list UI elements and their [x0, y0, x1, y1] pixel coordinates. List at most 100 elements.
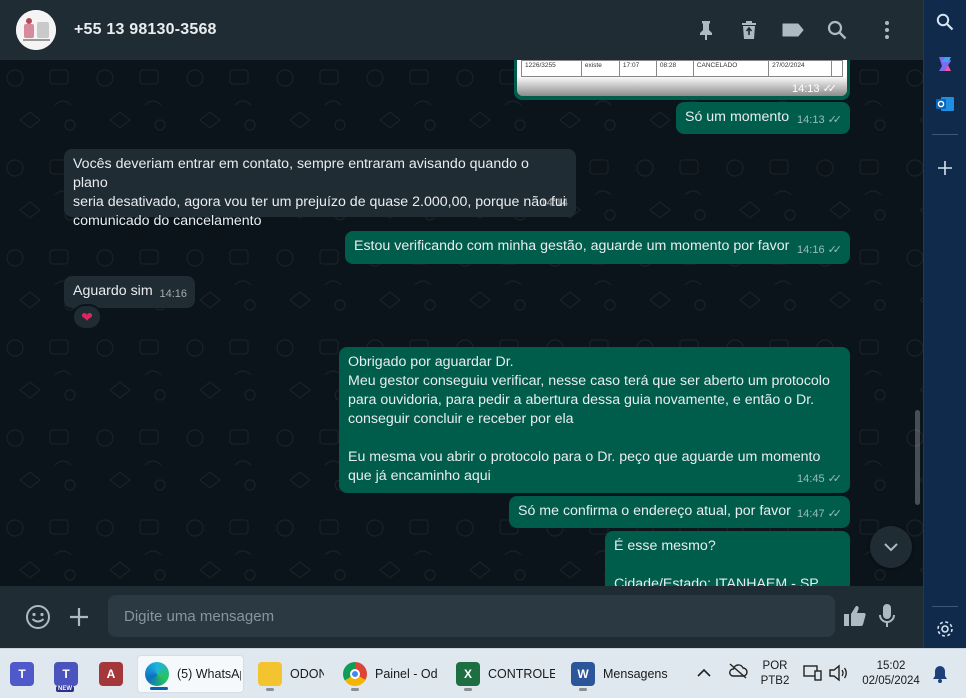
message-bubble-outgoing[interactable]: Estou verificando com minha gestão, agua… — [345, 231, 850, 264]
search-icon[interactable] — [825, 18, 849, 42]
message-meta: 14:16 ✓✓ — [797, 241, 842, 260]
word-icon: W — [571, 662, 595, 686]
message-meta: 14:14 — [540, 194, 568, 213]
network-icon[interactable] — [803, 664, 823, 687]
copilot-icon[interactable] — [933, 52, 957, 76]
taskbar-file-explorer[interactable]: ODON — [253, 655, 329, 693]
menu-icon[interactable] — [875, 18, 899, 42]
taskbar-label: Mensagens — [603, 667, 668, 681]
excel-icon: X — [456, 662, 480, 686]
access-icon: A — [99, 662, 123, 686]
emoji-icon[interactable] — [25, 604, 51, 630]
chevron-down-icon — [884, 543, 898, 552]
image-table: 1226/3255 existe 17:07 08:28 CANCELADO 2… — [521, 60, 844, 77]
message-time: 14:16 — [797, 244, 825, 256]
message-time: 14:13 — [797, 114, 825, 126]
message-meta: 14:13 ✓✓ — [792, 82, 837, 95]
image-cell — [830, 60, 844, 77]
scrollbar-thumb[interactable] — [915, 410, 920, 505]
message-bubble-outgoing[interactable]: Obrigado por aguardar Dr. Meu gestor con… — [339, 347, 850, 493]
message-bubble-incoming[interactable]: Vocês deveriam entrar em contato, sempre… — [64, 149, 576, 229]
search-icon[interactable] — [933, 10, 957, 34]
add-icon[interactable] — [933, 156, 957, 180]
contact-avatar[interactable] — [16, 10, 56, 50]
message-time: 14:16 — [159, 288, 187, 300]
settings-gear-icon[interactable] — [933, 617, 957, 641]
running-indicator — [464, 688, 472, 691]
image-cell: existe — [580, 60, 620, 77]
message-meta: 14:16 — [159, 285, 187, 304]
message-time: 14:14 — [540, 197, 568, 209]
label-icon[interactable] — [781, 18, 805, 42]
teams-icon: T — [10, 662, 34, 686]
system-clock[interactable]: 15:02 02/05/2024 — [856, 659, 926, 689]
taskbar-access[interactable]: A — [99, 655, 129, 693]
double-check-icon: ✓✓ — [822, 83, 838, 95]
delete-icon[interactable] — [737, 18, 761, 42]
folder-icon — [258, 662, 282, 686]
keyboard-layout-label: PTB2 — [760, 675, 790, 687]
language-label: POR — [762, 660, 788, 672]
message-bubble-outgoing[interactable]: Só me confirma o endereço atual, por fav… — [509, 496, 850, 528]
image-attachment[interactable]: 1226/3255 existe 17:07 08:28 CANCELADO 2… — [517, 60, 847, 96]
new-badge: NEW — [56, 686, 74, 692]
taskbar-label: Painel - Odo — [375, 667, 437, 681]
attach-plus-icon[interactable] — [66, 604, 92, 630]
image-cell: CANCELADO — [692, 60, 770, 77]
outlook-icon[interactable] — [933, 92, 957, 116]
double-check-icon: ✓✓ — [827, 114, 843, 126]
double-check-icon: ✓✓ — [827, 244, 843, 256]
image-cell: 27/02/2024 — [768, 60, 832, 77]
message-bubble-outgoing[interactable]: Só um momento 14:13 ✓✓ — [676, 102, 850, 134]
double-check-icon: ✓✓ — [827, 473, 843, 485]
message-meta: 14:47 ✓✓ — [797, 505, 842, 524]
show-hidden-icons-chevron-up-icon[interactable] — [697, 665, 711, 683]
taskbar-edge-whatsapp[interactable]: (5) WhatsAp — [137, 655, 244, 693]
message-meta: 14:45 ✓✓ — [797, 470, 842, 489]
message-text: Vocês deveriam entrar em contato, sempre… — [73, 156, 566, 229]
clock-time: 15:02 — [876, 660, 906, 672]
volume-icon[interactable] — [828, 664, 848, 687]
clock-date: 02/05/2024 — [862, 675, 920, 687]
running-indicator — [266, 688, 274, 691]
taskbar-chrome[interactable]: Painel - Odo — [338, 655, 440, 693]
message-text: Obrigado por aguardar Dr. Meu gestor con… — [348, 354, 830, 484]
heart-reaction-icon[interactable]: ❤ — [72, 304, 102, 330]
image-message[interactable]: 1226/3255 existe 17:07 08:28 CANCELADO 2… — [514, 60, 850, 100]
whatsapp-window: +55 13 98130-3568 1226/3255 existe 17:07… — [0, 0, 923, 648]
message-input-placeholder: Digite uma mensagem — [124, 607, 275, 625]
thumbs-up-icon[interactable] — [842, 603, 868, 629]
chat-header: +55 13 98130-3568 — [0, 0, 923, 60]
contact-name[interactable]: +55 13 98130-3568 — [74, 21, 217, 39]
microphone-icon[interactable] — [874, 603, 900, 629]
running-indicator — [351, 688, 359, 691]
input-language-indicator[interactable]: POR PTB2 — [758, 659, 792, 689]
running-indicator — [579, 688, 587, 691]
taskbar-label: CONTROLE — [488, 667, 555, 681]
pin-icon[interactable] — [694, 18, 718, 42]
active-indicator — [150, 687, 168, 690]
teams-new-icon: T NEW — [54, 662, 78, 692]
notification-bell-icon[interactable] — [932, 665, 948, 688]
sidebar-divider — [932, 606, 958, 607]
taskbar-label: (5) WhatsAp — [177, 667, 241, 681]
taskbar-excel[interactable]: X CONTROLE — [451, 655, 555, 693]
message-bubble-outgoing[interactable]: É esse mesmo? Cidade/Estado: ITANHAEM - … — [605, 531, 850, 586]
scroll-down-button[interactable] — [870, 526, 912, 568]
message-meta: 14:13 ✓✓ — [797, 111, 842, 130]
windows-taskbar: T T NEW A (5) WhatsAp ODON Painel - Odo … — [0, 648, 966, 698]
message-list: 1226/3255 existe 17:07 08:28 CANCELADO 2… — [0, 60, 923, 586]
sidebar-divider — [932, 134, 958, 135]
message-text: Estou verificando com minha gestão, agua… — [354, 238, 790, 254]
taskbar-teams[interactable]: T — [10, 655, 40, 693]
taskbar-teams-new[interactable]: T NEW — [54, 655, 84, 693]
taskbar-label: ODON — [290, 667, 324, 681]
message-input[interactable]: Digite uma mensagem — [108, 595, 835, 637]
image-cell: 1226/3255 — [521, 60, 582, 77]
edge-sidebar — [923, 0, 966, 648]
cloud-offline-icon[interactable] — [728, 663, 748, 684]
image-cell: 08:28 — [655, 60, 694, 77]
taskbar-word[interactable]: W Mensagens — [566, 655, 676, 693]
message-time: 14:47 — [797, 508, 825, 520]
message-text: É esse mesmo? Cidade/Estado: ITANHAEM - … — [614, 538, 819, 586]
